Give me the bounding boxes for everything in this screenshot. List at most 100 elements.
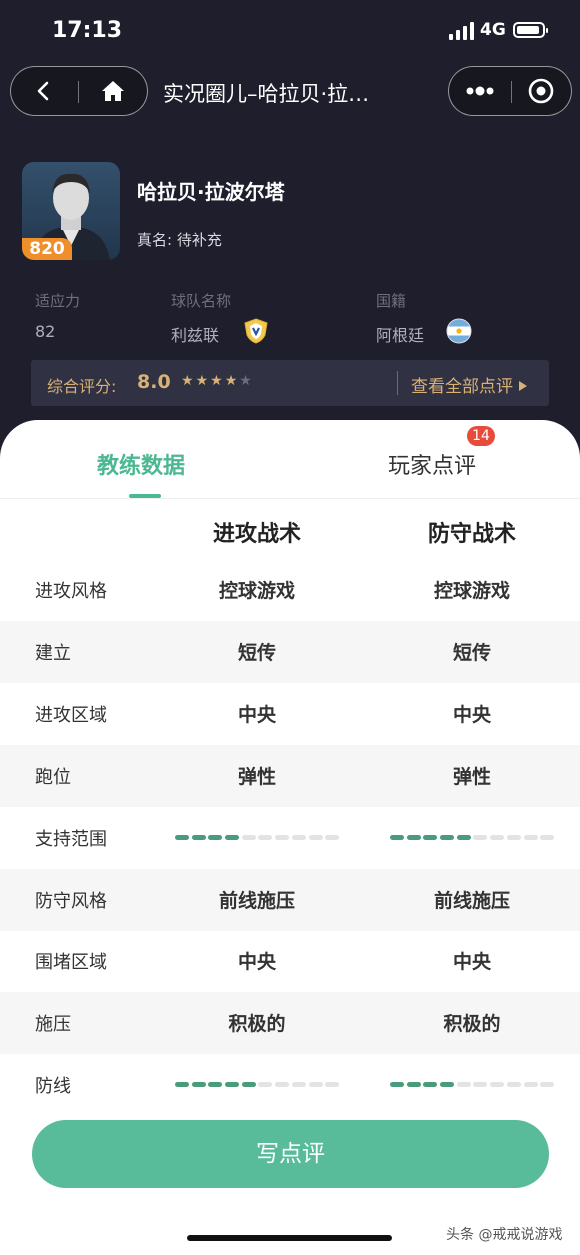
defense-value: 前线施压	[433, 889, 510, 912]
level-segment	[490, 834, 505, 840]
star-icon: ★	[224, 373, 240, 389]
nav-capsule-left	[10, 66, 148, 116]
tactic-row: 围堵区域 中央 中央	[0, 930, 580, 992]
defense-value: 控球游戏	[433, 580, 510, 602]
level-segment	[423, 834, 438, 840]
status-time: 17:13	[52, 18, 123, 43]
tactic-row-label: 防守风格	[35, 890, 107, 912]
star-icon: ★	[210, 373, 225, 389]
player-real-name: 真名: 待补充	[137, 231, 222, 249]
tactic-row: 建立 短传 短传	[0, 620, 580, 683]
info-label-nationality: 国籍	[376, 292, 407, 310]
attack-value: 短传	[237, 641, 276, 664]
defense-level-meter	[390, 1082, 557, 1088]
home-button[interactable]	[79, 67, 147, 115]
team-crest-icon	[244, 318, 268, 344]
tactic-row-label: 建立	[35, 642, 71, 664]
rating-value: 8.0	[137, 371, 171, 393]
tactic-row-label: 进攻区域	[35, 704, 107, 726]
attack-value: 控球游戏	[218, 580, 295, 602]
triangle-right-icon	[519, 381, 528, 391]
defense-value: 中央	[452, 951, 491, 974]
write-review-button[interactable]: 写点评	[32, 1120, 549, 1188]
tactic-row: 防线	[0, 1054, 580, 1116]
level-segment	[423, 1082, 438, 1088]
level-segment	[225, 1082, 240, 1088]
level-segment	[456, 1082, 471, 1088]
attack-value: 前线施压	[218, 889, 295, 912]
level-segment	[308, 834, 323, 840]
tactic-row: 防守风格 前线施压 前线施压	[0, 868, 580, 931]
back-button[interactable]	[11, 67, 77, 115]
info-label-adaptability: 适应力	[35, 292, 81, 310]
view-all-reviews-link[interactable]: 查看全部点评	[411, 372, 528, 397]
more-button[interactable]	[449, 67, 511, 115]
home-indicator	[187, 1235, 392, 1241]
column-header-defense: 防守战术	[427, 522, 516, 547]
info-label-team: 球队名称	[171, 292, 232, 310]
tactic-row-label: 跑位	[35, 766, 71, 788]
attack-value: 中央	[237, 703, 276, 726]
close-miniprogram-button[interactable]	[512, 67, 570, 115]
level-segment	[258, 834, 273, 840]
level-segment	[325, 1082, 340, 1088]
star-icon: ★	[239, 373, 254, 389]
attack-value: 积极的	[228, 1013, 286, 1036]
status-bar: 17:13 4G	[0, 0, 580, 62]
level-segment	[225, 834, 240, 840]
info-value-nationality: 阿根廷	[376, 326, 425, 345]
reviews-count-badge: 14	[467, 426, 495, 446]
tab-coach-data[interactable]: 教练数据	[97, 448, 185, 480]
level-segment	[208, 834, 223, 840]
detail-card: 教练数据 玩家点评 14 进攻战术 防守战术 进攻风格 控球游戏 控球游戏 建立 短传 短…	[0, 420, 580, 1255]
level-segment	[406, 834, 421, 840]
tab-player-reviews[interactable]: 玩家点评	[388, 448, 476, 480]
level-segment	[275, 834, 290, 840]
tactic-row: 支持范围	[0, 807, 580, 869]
signal-icon	[449, 22, 475, 40]
defense-value: 积极的	[443, 1013, 501, 1036]
back-arrow-icon	[37, 81, 49, 101]
info-value-team: 利兹联	[171, 326, 220, 345]
tactic-row: 跑位 弹性 弹性	[0, 744, 580, 807]
view-all-reviews-label: 查看全部点评	[411, 377, 513, 397]
rating-label: 综合评分:	[47, 377, 117, 396]
argentina-flag-icon	[446, 318, 472, 344]
tactic-row-label: 支持范围	[35, 828, 107, 850]
nav-capsule-right	[448, 66, 572, 116]
level-segment	[506, 1082, 521, 1088]
level-segment	[208, 1082, 223, 1088]
level-segment	[490, 1082, 505, 1088]
level-segment	[291, 1082, 306, 1088]
level-segment	[440, 1082, 455, 1088]
level-segment	[523, 1082, 538, 1088]
tactic-row: 施压 积极的 积极的	[0, 992, 580, 1055]
defense-value: 中央	[452, 703, 491, 726]
defense-level-meter	[390, 834, 557, 840]
defense-value: 短传	[452, 641, 491, 664]
level-segment	[325, 834, 340, 840]
level-segment	[390, 834, 404, 840]
star-icon: ★	[195, 373, 211, 389]
level-segment	[175, 834, 189, 840]
overall-rating-badge: 820	[22, 238, 72, 260]
level-segment	[291, 834, 306, 840]
battery-icon	[513, 22, 548, 38]
watermark: 头条 @戒戒说游戏	[446, 1227, 563, 1243]
level-segment	[390, 1082, 404, 1088]
nav-bar: 实况圈儿–哈拉贝·拉…	[0, 62, 580, 124]
level-segment	[506, 834, 521, 840]
star-icon: ★	[181, 373, 196, 389]
level-segment	[523, 834, 538, 840]
level-segment	[191, 1082, 206, 1088]
attack-value: 弹性	[237, 765, 276, 788]
rating-bar: 综合评分: 8.0 ★★★★★ 查看全部点评	[31, 360, 549, 406]
level-segment	[406, 1082, 421, 1088]
home-icon	[102, 81, 124, 101]
tactic-row: 进攻风格 控球游戏 控球游戏	[0, 559, 580, 621]
level-segment	[473, 1082, 488, 1088]
nav-title: 实况圈儿–哈拉贝·拉…	[163, 82, 370, 106]
info-value-adaptability: 82	[35, 322, 56, 341]
tactic-row: 进攻区域 中央 中央	[0, 683, 580, 745]
player-name: 哈拉贝·拉波尔塔	[137, 180, 285, 204]
